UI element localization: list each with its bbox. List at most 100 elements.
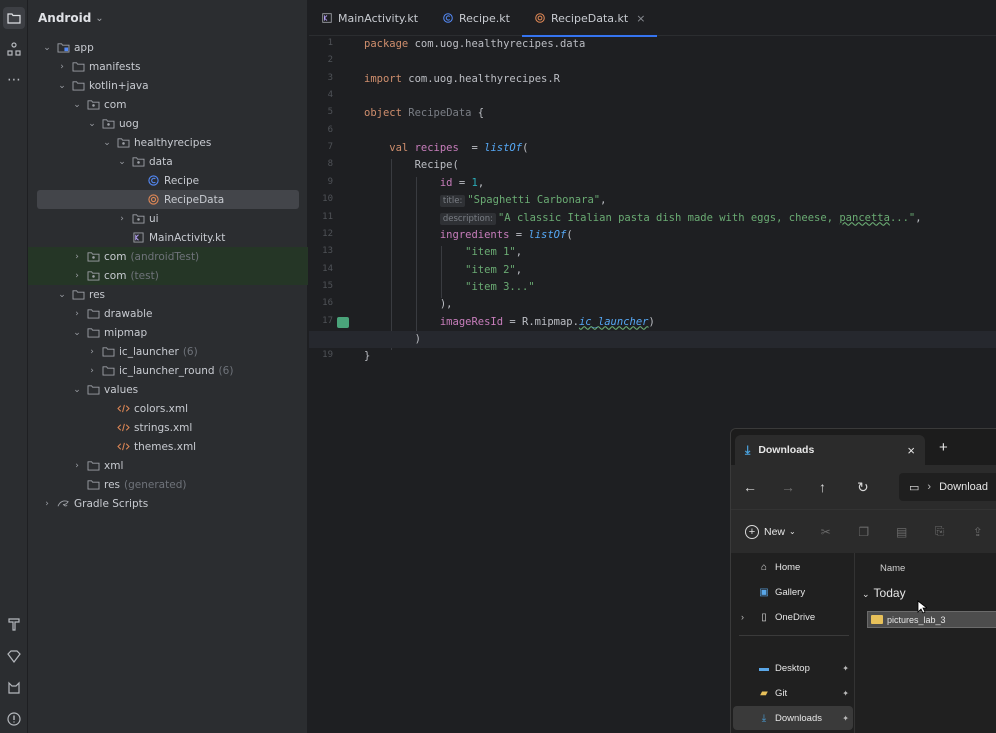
tree-item[interactable]: › Gradle Scripts: [28, 494, 308, 513]
tree-item[interactable]: ⌄ uog: [28, 114, 308, 133]
tree-item[interactable]: ⌄ data: [28, 152, 308, 171]
pin-icon[interactable]: ✦: [842, 714, 849, 723]
code-line[interactable]: ),: [364, 296, 453, 313]
new-tab-icon[interactable]: +: [939, 439, 948, 456]
tree-item[interactable]: ⌄ healthyrecipes: [28, 133, 308, 152]
chevron-down-icon[interactable]: ⌄: [41, 43, 53, 53]
chevron-right-icon[interactable]: ›: [86, 347, 98, 357]
code-line[interactable]: description: "A classic Italian pasta dis…: [364, 210, 922, 227]
tree-item[interactable]: › drawable: [28, 304, 308, 323]
tree-item[interactable]: › manifests: [28, 57, 308, 76]
tree-item[interactable]: Recipe: [28, 171, 308, 190]
code-line[interactable]: import com.uog.healthyrecipes.R: [364, 71, 560, 88]
code-line[interactable]: "item 2",: [364, 262, 522, 279]
chevron-down-icon[interactable]: ⌄: [101, 138, 113, 148]
logcat-icon[interactable]: [3, 677, 25, 699]
back-arrow-icon[interactable]: ←: [743, 479, 781, 495]
nav-item[interactable]: ⌂ Home: [733, 555, 853, 579]
explorer-tab-downloads[interactable]: ⤓ Downloads ×: [735, 435, 925, 465]
tree-item[interactable]: RecipeData: [37, 190, 299, 209]
chevron-right-icon[interactable]: ›: [86, 366, 98, 376]
chevron-right-icon[interactable]: ›: [71, 461, 83, 471]
tree-item[interactable]: strings.xml: [28, 418, 308, 437]
column-header-name[interactable]: Name: [880, 563, 905, 574]
pin-icon[interactable]: ✦: [842, 689, 849, 698]
code-line[interactable]: }: [364, 348, 370, 365]
tree-item[interactable]: › ic_launcher_round (6): [28, 361, 308, 380]
chevron-right-icon[interactable]: ›: [71, 309, 83, 319]
tree-item[interactable]: ⌄ res: [28, 285, 308, 304]
pin-icon[interactable]: ✦: [842, 664, 849, 673]
code-line[interactable]: imageResId = R.mipmap.ic_launcher): [364, 314, 655, 331]
editor-tab[interactable]: RecipeData.kt ×: [521, 0, 658, 37]
chevron-right-icon[interactable]: ›: [41, 499, 53, 509]
address-bar[interactable]: ▭ › Download: [899, 473, 996, 501]
close-tab-icon[interactable]: ×: [636, 12, 645, 25]
up-arrow-icon[interactable]: ↑: [819, 479, 857, 495]
tree-item[interactable]: ⌄ mipmap: [28, 323, 308, 342]
project-folder-icon[interactable]: [3, 7, 25, 29]
build-hammer-icon[interactable]: [3, 613, 25, 635]
chevron-right-icon[interactable]: ›: [56, 62, 68, 72]
nav-item[interactable]: › ▯ OneDrive: [733, 605, 853, 629]
tree-item[interactable]: ⌄ values: [28, 380, 308, 399]
paste-icon[interactable]: ▤: [894, 525, 910, 539]
chevron-down-icon[interactable]: ⌄: [86, 119, 98, 129]
editor-tab[interactable]: MainActivity.kt: [309, 0, 430, 36]
code-line[interactable]: ingredients = listOf(: [364, 227, 573, 244]
nav-item[interactable]: ▬ Desktop ✦: [733, 656, 853, 680]
chevron-down-icon[interactable]: ⌄: [71, 328, 83, 338]
gem-icon[interactable]: [3, 645, 25, 667]
nav-item[interactable]: ▰ Git ✦: [733, 681, 853, 705]
project-view-selector[interactable]: Android ⌄: [28, 0, 307, 36]
chevron-right-icon[interactable]: ›: [71, 271, 83, 281]
tree-item[interactable]: ⌄ app: [28, 38, 308, 57]
home-icon: ⌂: [760, 561, 768, 573]
code-line[interactable]: ): [309, 330, 996, 348]
chevron-down-icon[interactable]: ⌄: [71, 385, 83, 395]
group-header-today[interactable]: ⌄ Today: [862, 586, 906, 600]
tree-item[interactable]: colors.xml: [28, 399, 308, 418]
chevron-right-icon[interactable]: ›: [116, 214, 128, 224]
tree-item[interactable]: › com (androidTest): [28, 247, 308, 266]
file-row[interactable]: pictures_lab_3: [867, 611, 996, 628]
tree-item[interactable]: › ic_launcher (6): [28, 342, 308, 361]
code-line[interactable]: id = 1,: [364, 175, 484, 192]
more-tools-icon[interactable]: ⋯: [3, 69, 25, 91]
chevron-down-icon[interactable]: ⌄: [56, 290, 68, 300]
problems-icon[interactable]: [3, 708, 25, 730]
nav-item[interactable]: ⤓ Downloads ✦: [733, 706, 853, 730]
tree-item[interactable]: › com (test): [28, 266, 308, 285]
cut-icon[interactable]: ✂: [818, 525, 834, 539]
tree-item[interactable]: ⌄ kotlin+java: [28, 76, 308, 95]
chevron-down-icon[interactable]: ⌄: [71, 100, 83, 110]
tree-item[interactable]: MainActivity.kt: [28, 228, 308, 247]
code-line[interactable]: "item 3...": [364, 279, 535, 296]
code-line[interactable]: package com.uog.healthyrecipes.data: [364, 36, 585, 53]
editor-tab[interactable]: Recipe.kt: [430, 0, 522, 36]
code-line[interactable]: val recipes = listOf(: [364, 140, 528, 157]
image-preview-icon[interactable]: [337, 316, 349, 328]
tree-item[interactable]: themes.xml: [28, 437, 308, 456]
code-line[interactable]: Recipe(: [364, 157, 459, 174]
nav-item[interactable]: ▣ Gallery: [733, 580, 853, 604]
new-button[interactable]: + New ⌄: [745, 524, 796, 539]
copy-icon[interactable]: ❐: [856, 525, 872, 539]
chevron-right-icon[interactable]: ›: [71, 252, 83, 262]
chevron-down-icon[interactable]: ⌄: [116, 157, 128, 167]
tree-item[interactable]: › xml: [28, 456, 308, 475]
chevron-right-icon[interactable]: ›: [741, 612, 744, 622]
code-line[interactable]: object RecipeData {: [364, 105, 484, 122]
forward-arrow-icon[interactable]: →: [781, 479, 819, 495]
tree-item[interactable]: › ui: [28, 209, 308, 228]
share-icon[interactable]: ⇪: [970, 525, 986, 539]
refresh-icon[interactable]: ↻: [857, 479, 895, 496]
structure-icon[interactable]: [3, 38, 25, 60]
tree-item[interactable]: ⌄ com: [28, 95, 308, 114]
rename-icon[interactable]: ⎘: [932, 524, 948, 539]
code-line[interactable]: title: "Spaghetti Carbonara",: [364, 192, 606, 209]
code-line[interactable]: "item 1",: [364, 244, 522, 261]
close-tab-icon[interactable]: ×: [907, 443, 915, 458]
chevron-down-icon[interactable]: ⌄: [56, 81, 68, 91]
tree-item[interactable]: res (generated): [28, 475, 308, 494]
